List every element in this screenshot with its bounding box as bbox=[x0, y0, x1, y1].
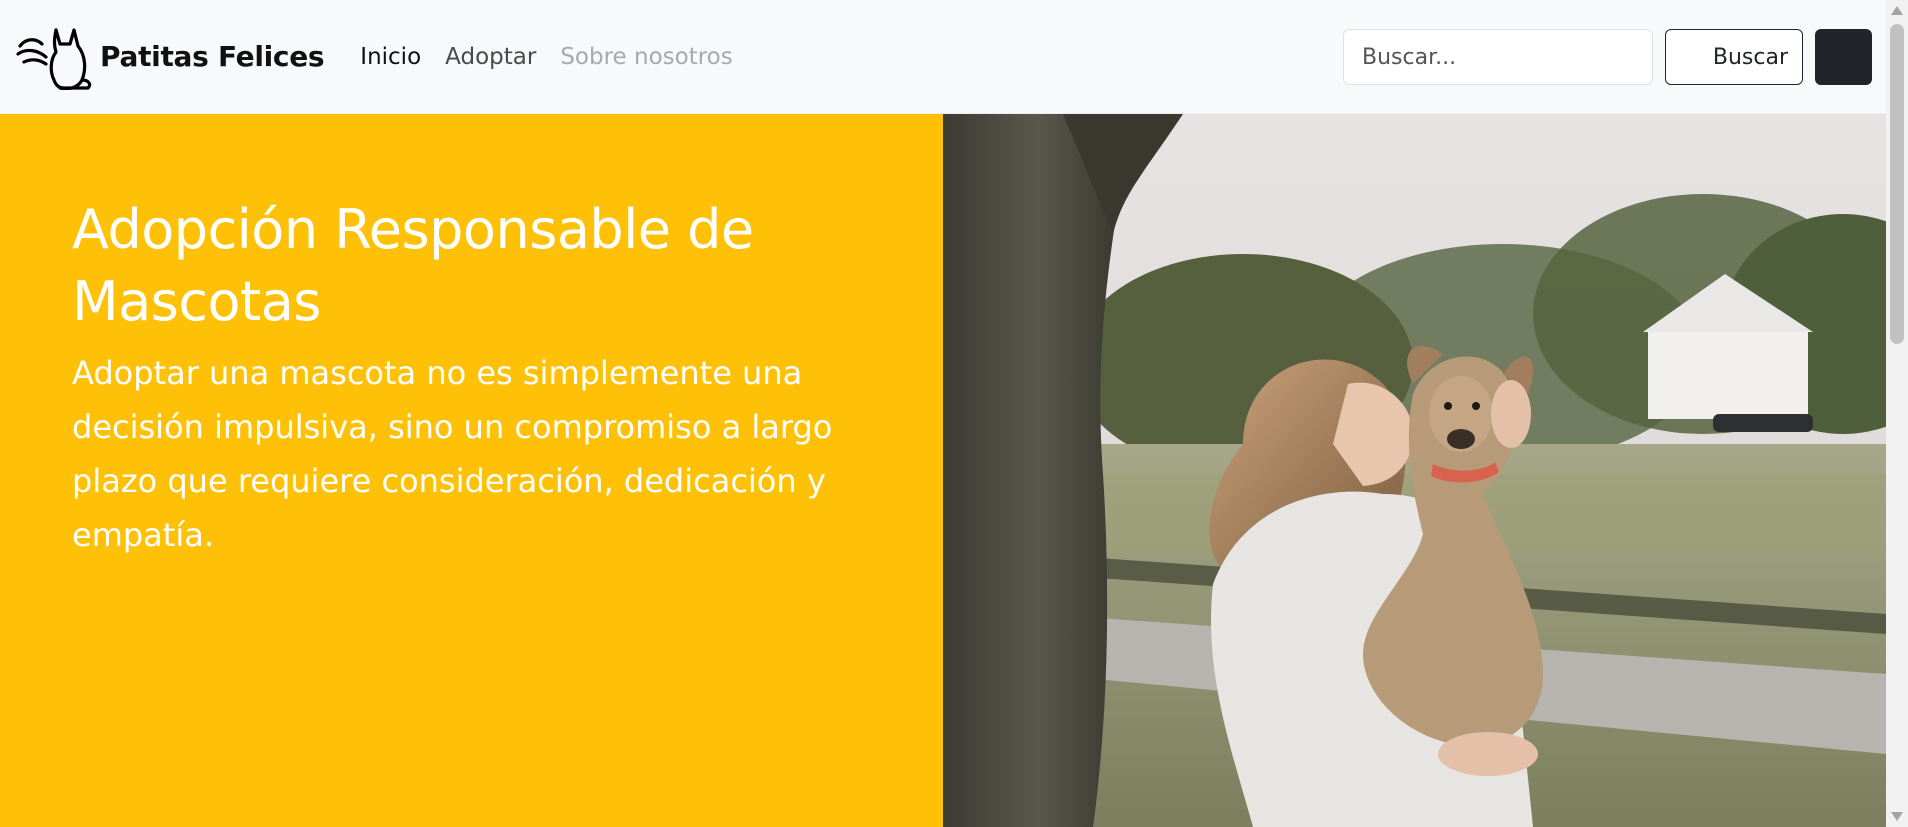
hero-title: Adopción Responsable de Mascotas bbox=[72, 198, 754, 333]
search-form: Buscar bbox=[1343, 29, 1872, 85]
nav-link-adoptar[interactable]: Adoptar bbox=[445, 44, 536, 70]
navbar: Patitas Felices Inicio Adoptar Sobre nos… bbox=[0, 0, 1886, 114]
cat-logo-icon bbox=[16, 27, 92, 90]
search-button[interactable]: Buscar bbox=[1665, 29, 1803, 85]
search-input[interactable] bbox=[1343, 29, 1653, 85]
nav-link-inicio[interactable]: Inicio bbox=[360, 44, 421, 70]
hero-text-panel: Adopción Responsable de Mascotas Adoptar… bbox=[0, 114, 943, 827]
hero-photo bbox=[943, 114, 1886, 827]
brand-name: Patitas Felices bbox=[100, 40, 325, 73]
scroll-up-icon[interactable] bbox=[1891, 6, 1903, 15]
woman-holding-dog-photo bbox=[943, 114, 1886, 827]
brand[interactable]: Patitas Felices bbox=[16, 24, 325, 90]
nav-link-sobre-nosotros: Sobre nosotros bbox=[560, 43, 733, 70]
nav-links: Inicio Adoptar Sobre nosotros bbox=[360, 44, 756, 70]
scroll-down-icon[interactable] bbox=[1891, 812, 1903, 821]
dark-button[interactable] bbox=[1815, 29, 1872, 85]
scrollbar[interactable] bbox=[1886, 0, 1908, 827]
scroll-thumb[interactable] bbox=[1890, 24, 1904, 344]
hero-description: Adoptar una mascota no es simplemente un… bbox=[72, 354, 833, 554]
